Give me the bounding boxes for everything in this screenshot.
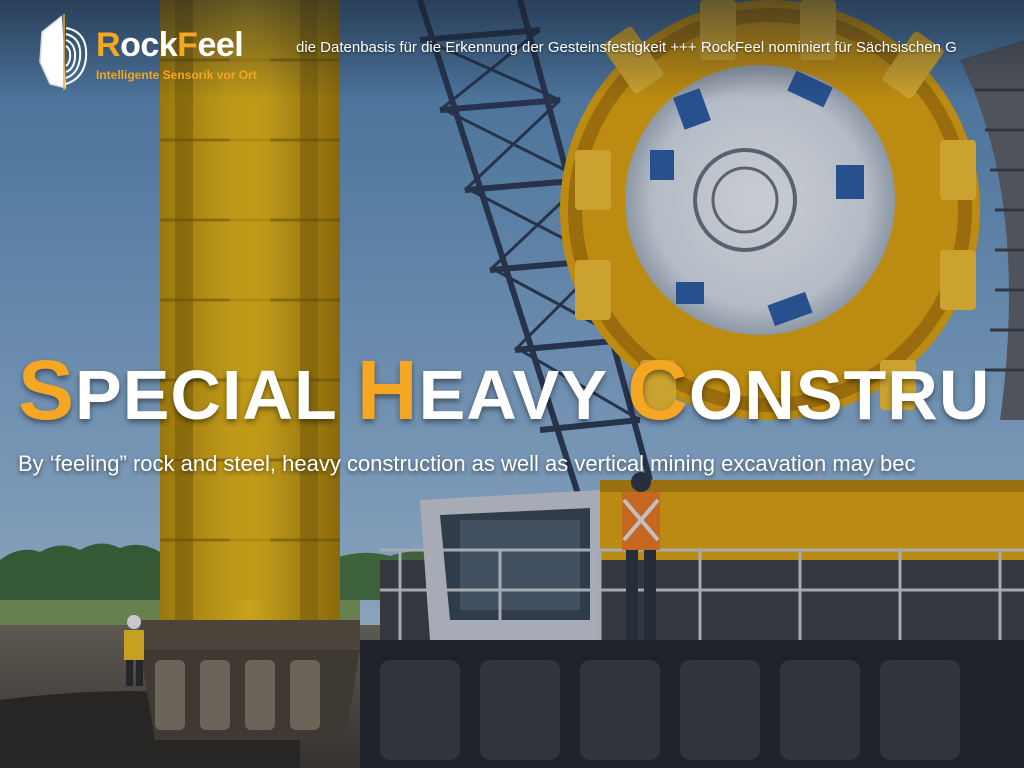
hero-headline: SPECIAL HEAVY CONSTRU <box>18 347 990 438</box>
headline-word-special: PECIAL <box>75 355 357 434</box>
brand-name: RockFeel <box>96 26 244 64</box>
headline-word-construction: ONSTRU <box>688 355 991 434</box>
headline-word-heavy: EAVY <box>418 355 628 434</box>
news-ticker[interactable]: die Datenbasis für die Erkennung der Ges… <box>296 38 1024 58</box>
headline-initial-c: C <box>627 342 689 437</box>
brand-name-part2: eel <box>197 26 244 64</box>
brand-name-initial-r: R <box>96 26 121 64</box>
brand-tagline: Intelligente Sensorik vor Ort <box>96 68 257 82</box>
hero-subline: By ‘feeling” rock and steel, heavy const… <box>18 451 916 476</box>
headline-initial-s: S <box>18 342 76 437</box>
hero-section: RockFeel Intelligente Sensorik vor Ort d… <box>0 0 1024 768</box>
brand-name-part1: ock <box>120 26 178 64</box>
brand-name-initial-f: F <box>177 26 198 64</box>
rock-fingerprint-icon <box>39 14 88 90</box>
brand-logo-link[interactable]: RockFeel Intelligente Sensorik vor Ort <box>36 10 266 94</box>
headline-initial-h: H <box>356 342 419 437</box>
site-header: RockFeel Intelligente Sensorik vor Ort d… <box>0 0 1024 100</box>
